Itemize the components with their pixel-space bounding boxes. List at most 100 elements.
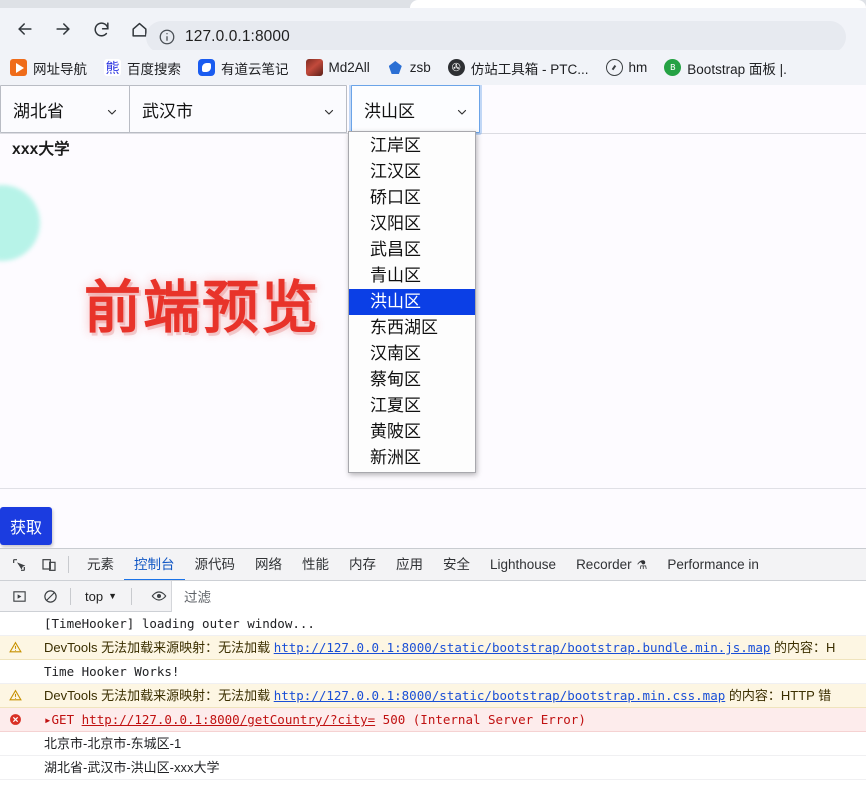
bookmark-item[interactable]: zsb [386, 59, 431, 76]
console-line: DevTools 无法加载来源映射：无法加载 http://127.0.0.1:… [0, 684, 866, 708]
console-filter-input[interactable]: 过滤 [171, 580, 866, 612]
md2all-icon [305, 59, 323, 76]
execution-context-selector[interactable]: top ▼ [79, 589, 123, 604]
city-select-value: 武汉市 [142, 101, 193, 121]
dropdown-option[interactable]: 硚口区 [349, 185, 475, 211]
toolbar-divider [68, 556, 69, 573]
dropdown-option[interactable]: 新洲区 [349, 445, 475, 471]
bookmark-item[interactable]: 网址导航 [10, 58, 87, 78]
tab-performance[interactable]: 性能 [292, 549, 339, 580]
console-text: [TimeHooker] loading outer window... [44, 616, 315, 631]
get-button[interactable]: 获取 [0, 507, 52, 545]
dropdown-option[interactable]: 青山区 [349, 263, 475, 289]
tab-security[interactable]: 安全 [433, 549, 480, 580]
browser-window: 127.0.0.1:8000 网址导航 熊 百度搜索 有道云笔记 Md2All [0, 0, 866, 800]
site-info-icon[interactable] [158, 28, 176, 46]
bookmarks-bar: 网址导航 熊 百度搜索 有道云笔记 Md2All zsb ✇ 仿站工具箱 - P… [0, 50, 866, 85]
devtools-tab-bar: 元素 控制台 源代码 网络 性能 内存 应用 安全 Lighthouse Rec… [0, 549, 866, 581]
youdao-note-icon [198, 59, 215, 76]
filter-divider [70, 587, 71, 605]
reload-button[interactable] [84, 12, 118, 46]
tab-performance-insights[interactable]: Performance in [657, 549, 769, 580]
university-label: xxx大学 [12, 141, 70, 158]
content-divider [0, 488, 866, 489]
dropdown-option[interactable]: 汉阳区 [349, 211, 475, 237]
tab-strip[interactable] [0, 0, 866, 8]
dropdown-option[interactable]: 江夏区 [349, 393, 475, 419]
dropdown-option[interactable]: 武昌区 [349, 237, 475, 263]
dropdown-option[interactable]: 江岸区 [349, 133, 475, 159]
navigation-toolbar: 127.0.0.1:8000 [0, 8, 866, 53]
inspect-icon[interactable] [8, 554, 30, 576]
live-expression-icon[interactable] [147, 584, 171, 608]
bootstrap-icon: B [664, 59, 682, 76]
execution-context-label: top [85, 588, 104, 604]
console-text: 湖北省-武汉市-洪山区-xxx大学 [44, 760, 220, 775]
console-line: ▸GET http://127.0.0.1:8000/getCountry/?c… [0, 708, 866, 732]
console-link[interactable]: http://127.0.0.1:8000/static/bootstrap/b… [274, 640, 771, 655]
device-toolbar-icon[interactable] [38, 554, 60, 576]
dropdown-option[interactable]: 江汉区 [349, 159, 475, 185]
forward-button[interactable] [46, 12, 80, 46]
tab-memory[interactable]: 内存 [339, 549, 386, 580]
bookmark-item[interactable]: 熊 百度搜索 [104, 58, 181, 78]
bookmark-label: 网址导航 [33, 61, 87, 77]
province-select[interactable]: 湖北省 [0, 85, 130, 133]
warning-icon [8, 689, 22, 703]
bookmark-item[interactable]: ✇ 仿站工具箱 - PTC... [447, 58, 589, 78]
province-select-value: 湖北省 [13, 101, 64, 121]
console-link[interactable]: http://127.0.0.1:8000/static/bootstrap/b… [274, 688, 726, 703]
console-text: DevTools 无法加载来源映射：无法加载 [44, 688, 274, 703]
district-select[interactable]: 洪山区 [351, 85, 480, 133]
error-icon [8, 713, 22, 727]
bookmark-label: zsb [409, 60, 431, 75]
tab-lighthouse[interactable]: Lighthouse [480, 549, 566, 580]
console-filter-bar: top ▼ 过滤 [0, 580, 866, 612]
console-log-area[interactable]: [TimeHooker] loading outer window... DevT… [0, 612, 866, 800]
filter-divider [131, 587, 132, 605]
globe-icon: ✇ [447, 59, 465, 76]
console-line: [TimeHooker] loading outer window... [0, 612, 866, 636]
zsb-icon [386, 59, 404, 76]
tab-recorder[interactable]: Recorder ⚗ [566, 549, 657, 580]
hero-title: 前端预览 [84, 276, 320, 340]
address-bar[interactable]: 127.0.0.1:8000 [146, 21, 846, 53]
chevron-down-icon [106, 103, 118, 115]
back-button[interactable] [8, 12, 42, 46]
console-text: ▸GET [44, 712, 82, 727]
district-dropdown-list[interactable]: 江岸区 江汉区 硚口区 汉阳区 武昌区 青山区 洪山区 东西湖区 汉南区 蔡甸区 江夏区 黄陂区 新洲区 [348, 131, 476, 473]
bookmark-item[interactable]: 有道云笔记 [198, 58, 289, 78]
dropdown-option[interactable]: 黄陂区 [349, 419, 475, 445]
flask-icon: ⚗ [636, 557, 648, 572]
tab-sources[interactable]: 源代码 [185, 549, 246, 580]
bookmark-label: Bootstrap 面板 |. [687, 61, 787, 77]
console-line: DevTools 无法加载来源映射：无法加载 http://127.0.0.1:… [0, 636, 866, 660]
clear-console-icon[interactable] [38, 584, 62, 608]
district-select-value: 洪山区 [364, 101, 415, 121]
tab-elements[interactable]: 元素 [77, 549, 124, 580]
bookmark-item[interactable]: hm [605, 59, 648, 76]
console-line: 湖北省-武汉市-洪山区-xxx大学 [0, 756, 866, 780]
dropdown-option[interactable]: 蔡甸区 [349, 367, 475, 393]
bookmark-item[interactable]: Md2All [305, 59, 370, 76]
tab-network[interactable]: 网络 [245, 549, 292, 580]
console-link[interactable]: http://127.0.0.1:8000/getCountry/?city= [82, 712, 376, 727]
tab-application[interactable]: 应用 [386, 549, 433, 580]
dropdown-option[interactable]: 洪山区 [349, 289, 475, 315]
bookmark-label: 仿站工具箱 - PTC... [470, 61, 589, 77]
city-select[interactable]: 武汉市 [129, 85, 347, 133]
chevron-down-icon [456, 103, 468, 115]
tab-console[interactable]: 控制台 [124, 549, 185, 580]
dropdown-option[interactable]: 东西湖区 [349, 315, 475, 341]
console-text: Time Hooker Works! [44, 664, 180, 679]
console-text: 的内容：H [770, 640, 836, 655]
dropdown-option[interactable]: 汉南区 [349, 341, 475, 367]
execute-icon[interactable] [7, 584, 31, 608]
bookmark-label: Md2All [328, 60, 370, 75]
browser-chrome: 127.0.0.1:8000 网址导航 熊 百度搜索 有道云笔记 Md2All [0, 0, 866, 85]
bookmark-item[interactable]: B Bootstrap 面板 |. [664, 58, 787, 78]
warning-icon [8, 641, 22, 655]
chevron-down-icon [323, 103, 335, 115]
devtools-panel: 元素 控制台 源代码 网络 性能 内存 应用 安全 Lighthouse Rec… [0, 548, 866, 800]
bookmark-label: hm [628, 60, 648, 75]
